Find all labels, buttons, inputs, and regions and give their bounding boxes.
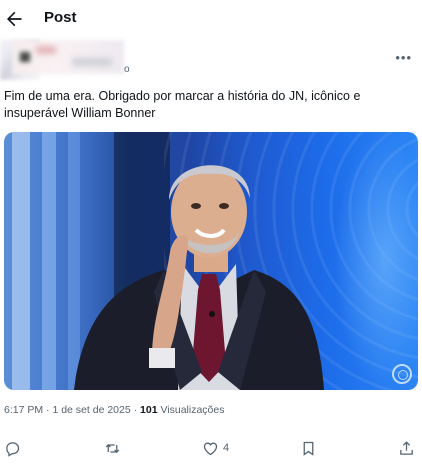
more-options-icon[interactable]: ••• xyxy=(395,50,412,65)
action-bar: 4 xyxy=(0,436,422,460)
bookmark-button[interactable] xyxy=(300,438,321,458)
like-count: 4 xyxy=(223,442,230,454)
share-icon xyxy=(400,440,413,455)
post-image[interactable] xyxy=(4,132,418,390)
views-count: 101 xyxy=(140,404,158,416)
reply-icon xyxy=(6,441,20,457)
post-time[interactable]: 6:17 PM xyxy=(4,404,43,416)
repost-button[interactable] xyxy=(104,438,125,458)
blurred-author-name[interactable] xyxy=(12,40,124,74)
top-bar: Post xyxy=(0,0,422,38)
repost-icon xyxy=(105,443,120,453)
author-handle-fragment: o xyxy=(124,64,130,75)
page-title: Post xyxy=(44,9,77,26)
anchor-photo-figure xyxy=(74,165,324,390)
share-button[interactable] xyxy=(398,438,415,458)
heart-icon xyxy=(203,442,218,455)
back-arrow-icon[interactable] xyxy=(4,9,24,29)
post-date[interactable]: 1 de set de 2025 xyxy=(52,404,130,416)
post-author: o ••• xyxy=(0,40,422,84)
post-meta: 6:17 PM · 1 de set de 2025 · 101 Visuali… xyxy=(4,404,225,416)
like-button[interactable]: 4 xyxy=(202,438,229,458)
post-text: Fim de uma era. Obrigado por marcar a hi… xyxy=(4,89,361,120)
bookmark-icon xyxy=(303,441,314,456)
views-label: Visualizações xyxy=(157,404,225,416)
broadcaster-logo-icon xyxy=(392,364,412,384)
meta-separator: · xyxy=(130,404,141,416)
reply-button[interactable] xyxy=(4,438,25,458)
